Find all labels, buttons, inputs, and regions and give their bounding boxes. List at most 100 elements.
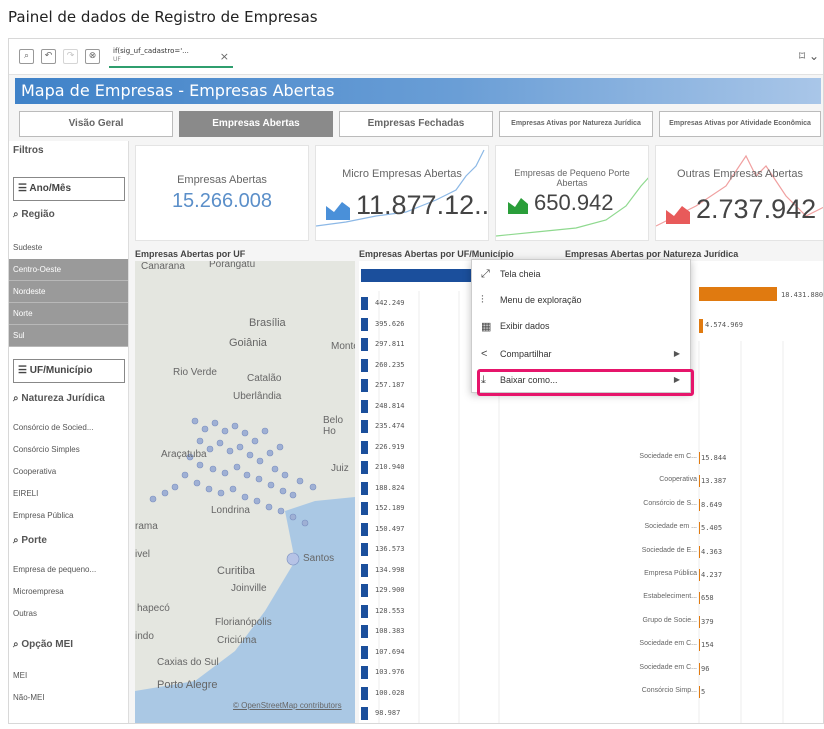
- bar[interactable]: [361, 379, 368, 392]
- kpi-outras-empresas[interactable]: Outras Empresas Abertas 2.737.942: [655, 145, 823, 241]
- tab-natureza-juridica[interactable]: Empresas Ativas por Natureza Jurídica: [499, 111, 653, 137]
- kpi-value: 2.737.942: [696, 194, 817, 224]
- bar[interactable]: [361, 584, 368, 597]
- bar[interactable]: [361, 358, 368, 372]
- menu-item-exploracao[interactable]: ⫶ Menu de exploração: [472, 288, 690, 314]
- filter-regiao-label: Região: [21, 209, 55, 220]
- bar[interactable]: [361, 543, 368, 556]
- bar[interactable]: [361, 666, 368, 679]
- bar-value: 395.626: [375, 319, 405, 328]
- bar[interactable]: [361, 399, 368, 413]
- list-icon: ☰: [18, 365, 30, 376]
- menu-item-compartilhar[interactable]: < Compartilhar ▶: [472, 342, 690, 368]
- share-icon: <: [481, 348, 488, 360]
- kpi-label: Micro Empresas Abertas: [342, 168, 462, 180]
- mei-item[interactable]: MEI: [9, 665, 128, 687]
- natureza-bar[interactable]: [699, 662, 700, 675]
- porte-item[interactable]: Empresa de pequeno...: [9, 559, 128, 581]
- natureza-second-value: 4.574.969: [705, 321, 743, 329]
- regiao-item[interactable]: Centro-Oeste: [9, 259, 128, 281]
- trend-up-icon: [508, 196, 528, 214]
- bar[interactable]: [361, 645, 368, 659]
- bar[interactable]: [361, 317, 368, 331]
- tab-empresas-abertas[interactable]: Empresas Abertas: [179, 111, 333, 137]
- tab-atividade-economica[interactable]: Empresas Ativas por Atividade Econômica: [659, 111, 821, 137]
- bar[interactable]: [361, 686, 368, 700]
- porte-item[interactable]: Microempresa: [9, 581, 128, 603]
- natureza-row-label: Sociedade em C...: [639, 453, 697, 460]
- map-place: Catalão: [247, 373, 282, 384]
- kpi-micro-empresas[interactable]: Micro Empresas Abertas 11.877.12...: [315, 145, 489, 241]
- bar-value: 136.573: [375, 545, 405, 553]
- bar[interactable]: [361, 420, 368, 433]
- bar-value: 150.497: [375, 524, 405, 533]
- natureza-bar[interactable]: [699, 639, 700, 652]
- bar[interactable]: [361, 481, 368, 495]
- filter-regiao[interactable]: ⌕ Região: [13, 209, 55, 220]
- kpi-empresas-abertas[interactable]: Empresas Abertas 15.266.008: [135, 145, 309, 241]
- menu-item-tela-cheia[interactable]: ⤢ Tela cheia: [472, 262, 690, 288]
- tab-visao-geral[interactable]: Visão Geral: [19, 111, 173, 137]
- porte-item[interactable]: Outras: [9, 603, 128, 625]
- trend-up-icon: [666, 202, 690, 224]
- bar[interactable]: [361, 604, 368, 618]
- table-icon: ▦: [481, 321, 492, 333]
- bookmark-icon[interactable]: ⌑ ⌄: [799, 49, 819, 63]
- bar-value: 134.998: [375, 565, 405, 574]
- bar[interactable]: [361, 502, 368, 515]
- filter-opcao-mei[interactable]: ⌕ Opção MEI: [13, 639, 73, 650]
- map-place: Brasília: [249, 317, 286, 329]
- menu-item-exibir-dados[interactable]: ▦ Exibir dados: [472, 314, 690, 340]
- natureza-row-label: Cooperativa: [659, 476, 697, 484]
- natureza-bar[interactable]: [699, 452, 700, 464]
- regiao-item[interactable]: Sudeste: [9, 237, 128, 259]
- bar[interactable]: [361, 625, 368, 638]
- bar[interactable]: [361, 522, 368, 536]
- bar[interactable]: [361, 563, 368, 577]
- natureza-row-value: 4.363: [701, 547, 723, 556]
- bar[interactable]: [361, 707, 368, 720]
- natureza-bar[interactable]: [699, 522, 700, 535]
- selection-chip[interactable]: if(sig_uf_cadastro='... UF ×: [109, 44, 233, 68]
- smart-search-icon[interactable]: ⌕: [19, 49, 34, 64]
- natureza-item[interactable]: Consórcio de Socied...: [9, 417, 128, 439]
- step-forward-icon[interactable]: ↷: [63, 49, 78, 64]
- map-place: rama: [135, 521, 158, 532]
- regiao-item[interactable]: Norte: [9, 303, 128, 325]
- natureza-item[interactable]: Consórcio Simples: [9, 439, 128, 461]
- natureza-bar[interactable]: [699, 592, 700, 605]
- natureza-bar[interactable]: [699, 686, 700, 698]
- natureza-bar[interactable]: [699, 569, 700, 581]
- natureza-bar[interactable]: [699, 545, 700, 558]
- kpi-pequeno-porte[interactable]: Empresas de Pequeno Porte Abertas 650.94…: [495, 145, 649, 241]
- bar-value: 226.919: [375, 442, 405, 451]
- natureza-bar[interactable]: [699, 615, 700, 628]
- natureza-item[interactable]: EIRELI: [9, 483, 128, 505]
- natureza-row-value: 15.844: [701, 454, 727, 462]
- step-back-icon[interactable]: ↶: [41, 49, 56, 64]
- natureza-item[interactable]: Cooperativa: [9, 461, 128, 483]
- filter-natureza[interactable]: ⌕ Natureza Jurídica: [13, 393, 105, 404]
- bar[interactable]: [361, 461, 368, 474]
- regiao-item[interactable]: Nordeste: [9, 281, 128, 303]
- regiao-item[interactable]: Sul: [9, 325, 128, 347]
- bar[interactable]: [361, 338, 368, 351]
- kpi-label: Empresas Abertas: [177, 174, 267, 186]
- close-icon[interactable]: ×: [220, 50, 229, 63]
- natureza-item[interactable]: Empresa Pública: [9, 505, 128, 527]
- mei-item[interactable]: Não-MEI: [9, 687, 128, 709]
- list-icon: ☰: [18, 183, 30, 194]
- natureza-bar[interactable]: [699, 475, 700, 488]
- map-panel[interactable]: Canarana Porangatu Brasília Goiânia Mont…: [135, 261, 355, 723]
- clear-selections-icon[interactable]: ⊗: [85, 49, 100, 64]
- bar[interactable]: [361, 297, 368, 310]
- filter-uf-municipio[interactable]: ☰ UF/Município: [13, 359, 125, 383]
- map-credit[interactable]: © OpenStreetMap contributors: [233, 701, 342, 710]
- tab-empresas-fechadas[interactable]: Empresas Fechadas: [339, 111, 493, 137]
- filter-ano-mes[interactable]: ☰ Ano/Mês: [13, 177, 125, 201]
- natureza-row-label: Sociedade em C...: [639, 640, 697, 648]
- bar[interactable]: [361, 440, 368, 454]
- natureza-bar[interactable]: [699, 498, 700, 511]
- filter-porte[interactable]: ⌕ Porte: [13, 535, 47, 546]
- bar-value: 107.694: [375, 647, 405, 656]
